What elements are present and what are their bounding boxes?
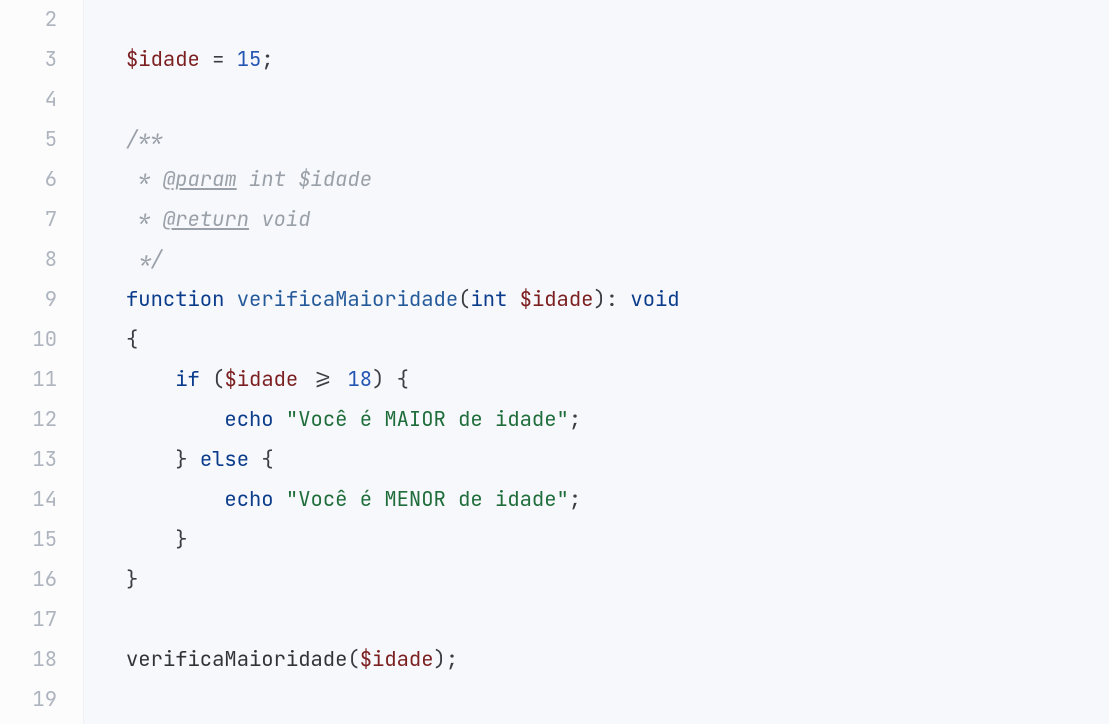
code-line: } else { [84, 440, 1109, 480]
token-punct: ) [434, 646, 446, 673]
token-indent [126, 446, 175, 473]
code-line: $idade = 15; [84, 40, 1109, 80]
line-number: 13 [0, 440, 83, 480]
token-punct: ; [569, 406, 581, 433]
token-indent [126, 366, 175, 393]
token-operator: = [200, 46, 237, 73]
code-line: * @param int $idade [84, 160, 1109, 200]
token-brace: { [126, 326, 138, 353]
token-variable: $idade [520, 286, 594, 313]
token-string: "Você é MENOR de idade" [286, 486, 569, 513]
line-number: 4 [0, 80, 83, 120]
token-indent [126, 526, 175, 553]
token-type: void [630, 286, 679, 313]
token-type: int [470, 286, 507, 313]
token-keyword: if [175, 366, 200, 393]
token-number: 15 [237, 46, 262, 73]
line-number: 7 [0, 200, 83, 240]
token-function-decl: verificaMaioridade [237, 286, 458, 313]
token-comment: /** [126, 126, 163, 153]
line-number: 11 [0, 360, 83, 400]
token-keyword: function [126, 286, 224, 313]
line-number: 12 [0, 400, 83, 440]
token-number: 18 [347, 366, 372, 393]
line-number: 3 [0, 40, 83, 80]
code-line: */ [84, 240, 1109, 280]
token-space [200, 366, 212, 393]
token-doctag: @param [163, 166, 237, 193]
token-punct: ; [261, 46, 273, 73]
code-line [84, 600, 1109, 640]
code-line: } [84, 560, 1109, 600]
token-space [274, 486, 286, 513]
token-comment: */ [126, 246, 163, 273]
code-line [84, 0, 1109, 40]
line-number: 19 [0, 680, 83, 720]
code-line: verificaMaioridade($idade); [84, 640, 1109, 680]
code-line [84, 680, 1109, 720]
line-number: 15 [0, 520, 83, 560]
token-punct: ( [458, 286, 470, 313]
token-punct: : [606, 286, 631, 313]
token-space [224, 286, 236, 313]
token-brace: { [249, 446, 274, 473]
code-line [84, 80, 1109, 120]
code-line: echo "Você é MENOR de idade"; [84, 480, 1109, 520]
token-punct: ; [446, 646, 458, 673]
token-punct: ; [569, 486, 581, 513]
code-line: { [84, 320, 1109, 360]
token-comment: * [126, 166, 163, 193]
code-line: function verificaMaioridade(int $idade):… [84, 280, 1109, 320]
token-function-call: verificaMaioridade [126, 646, 347, 673]
code-line: * @return void [84, 200, 1109, 240]
token-brace: } [175, 446, 200, 473]
token-indent [126, 486, 224, 513]
line-number: 16 [0, 560, 83, 600]
token-space [507, 286, 519, 313]
line-number: 14 [0, 480, 83, 520]
token-doc-var: $idade [298, 166, 372, 193]
token-keyword: echo [224, 406, 273, 433]
line-number: 2 [0, 0, 83, 40]
line-number: 17 [0, 600, 83, 640]
line-number: 8 [0, 240, 83, 280]
token-keyword: echo [224, 486, 273, 513]
line-number: 9 [0, 280, 83, 320]
code-line: if ($idade >= 18) { [84, 360, 1109, 400]
line-number: 10 [0, 320, 83, 360]
line-number-gutter: 2 3 4 5 6 7 8 9 10 11 12 13 14 15 16 17 … [0, 0, 84, 724]
token-indent [126, 406, 224, 433]
line-number: 5 [0, 120, 83, 160]
token-string: "Você é MAIOR de idade" [286, 406, 569, 433]
token-doctag: @return [163, 206, 249, 233]
code-line: } [84, 520, 1109, 560]
line-number: 6 [0, 160, 83, 200]
token-punct: ) { [372, 366, 409, 393]
code-editor-content[interactable]: $idade = 15; /** * @param int $idade * @… [84, 0, 1109, 724]
token-variable: $idade [360, 646, 434, 673]
token-brace: } [126, 566, 138, 593]
token-comment: * [126, 206, 163, 233]
token-variable: $idade [224, 366, 298, 393]
token-punct: ( [347, 646, 359, 673]
token-operator: >= [298, 366, 347, 393]
token-keyword: else [200, 446, 249, 473]
token-brace: } [175, 526, 187, 553]
token-doc-type: void [249, 206, 311, 233]
token-doc-type: int [237, 166, 299, 193]
token-punct: ( [212, 366, 224, 393]
token-space [274, 406, 286, 433]
token-variable: $idade [126, 46, 200, 73]
line-number: 18 [0, 640, 83, 680]
token-punct: ) [593, 286, 605, 313]
code-line: echo "Você é MAIOR de idade"; [84, 400, 1109, 440]
code-line: /** [84, 120, 1109, 160]
